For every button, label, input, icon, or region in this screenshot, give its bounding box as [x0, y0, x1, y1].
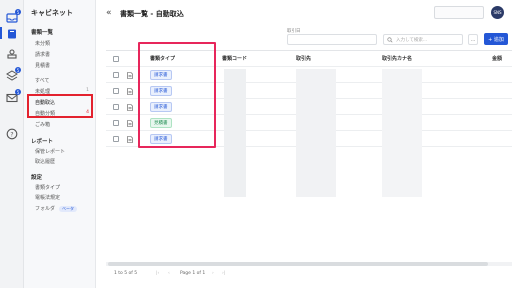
page-title: 書類一覧 - 自動取込 [120, 10, 184, 18]
redacted-area [296, 69, 336, 197]
row-checkbox[interactable] [113, 100, 119, 114]
active-indicator [0, 27, 2, 39]
search-placeholder: 入力して検索... [396, 37, 428, 43]
col-doc-code[interactable]: 書類コード [222, 51, 247, 66]
document-icon [127, 68, 133, 82]
document-icon [127, 100, 133, 114]
date-filter-input[interactable] [287, 34, 377, 45]
add-button[interactable]: + 追加 [484, 33, 508, 45]
highlight-nav-annotation [27, 94, 93, 118]
page-indicator: Page 1 of 1 [180, 271, 206, 276]
badge: 5 [15, 67, 21, 73]
more-button[interactable]: ... [468, 34, 478, 45]
nav-section-docs: 書類一覧 [31, 30, 54, 36]
nav-count: 1 [86, 88, 89, 93]
help-icon[interactable]: ? [6, 128, 18, 140]
nav-item-storage-report[interactable]: 保管レポート [35, 148, 65, 155]
col-amount[interactable]: 金額 [492, 51, 502, 66]
search-input[interactable]: 入力して検索... [383, 34, 463, 45]
highlight-column-annotation [138, 42, 216, 148]
prev-page-icon[interactable]: ‹ [168, 271, 170, 276]
icon-rail: 5 5 5 ? [0, 0, 24, 288]
nav-item-invoice[interactable]: 請求書 [35, 51, 50, 58]
nav-item-doc-types[interactable]: 書類タイプ [35, 184, 60, 191]
avatar[interactable]: SNS [491, 6, 504, 19]
folders-label: フォルダ [35, 206, 56, 212]
side-nav: キャビネット 書類一覧 未分類 請求書 見積書 すべて 未処理 1 自動取込 自… [24, 0, 96, 288]
book-icon[interactable] [6, 28, 18, 40]
nav-title: キャビネット [31, 9, 73, 17]
redacted-area [224, 69, 246, 197]
nav-section-report: レポート [31, 139, 54, 145]
next-page-icon[interactable]: › [212, 271, 214, 276]
page-range: 1 to 5 of 5 [114, 271, 138, 276]
beta-badge: ベータ [59, 206, 78, 212]
nav-item-folders[interactable]: フォルダ ベータ [35, 205, 78, 212]
badge: 5 [15, 89, 21, 95]
col-partner-kana[interactable]: 取引先カナ名 [382, 51, 412, 66]
document-icon [127, 116, 133, 130]
svg-text:?: ? [10, 131, 13, 138]
row-checkbox[interactable] [113, 68, 119, 82]
document-icon [127, 84, 133, 98]
redacted-area [382, 69, 422, 197]
pagination: 1 to 5 of 5 |‹ ‹ Page 1 of 1 › ›| [106, 270, 512, 280]
row-checkbox[interactable] [113, 132, 119, 146]
row-checkbox[interactable] [113, 116, 119, 130]
nav-item-unclassified[interactable]: 未分類 [35, 40, 50, 47]
nav-item-all[interactable]: すべて [35, 77, 49, 84]
stamp-icon[interactable] [6, 48, 18, 60]
app: 5 5 5 ? キャビネット 書類一覧 未分類 請求書 見積書 すべて 未処理 … [0, 0, 512, 288]
col-partner[interactable]: 取引先 [296, 51, 311, 66]
nav-item-trash[interactable]: ごみ箱 [35, 121, 50, 128]
nav-item-estimate[interactable]: 見積書 [35, 62, 50, 69]
first-page-icon[interactable]: |‹ [156, 271, 159, 276]
layers-icon[interactable]: 5 [6, 67, 21, 82]
nav-item-import-history[interactable]: 取込履歴 [35, 158, 55, 165]
search-icon [387, 36, 393, 42]
badge: 5 [15, 9, 21, 15]
horizontal-scrollbar[interactable] [106, 262, 512, 266]
row-checkbox[interactable] [113, 84, 119, 98]
mail-icon[interactable]: 5 [6, 89, 21, 104]
document-icon [127, 132, 133, 146]
nav-section-settings: 設定 [31, 175, 43, 181]
header-input[interactable] [434, 6, 484, 19]
inbox-icon[interactable]: 5 [6, 9, 21, 24]
nav-item-ebook-rules[interactable]: 電帳法規定 [35, 194, 60, 201]
select-all-checkbox[interactable] [113, 51, 119, 66]
collapse-sidebar-icon[interactable]: « [106, 8, 112, 18]
scroll-thumb[interactable] [108, 262, 488, 266]
last-page-icon[interactable]: ›| [222, 271, 225, 276]
